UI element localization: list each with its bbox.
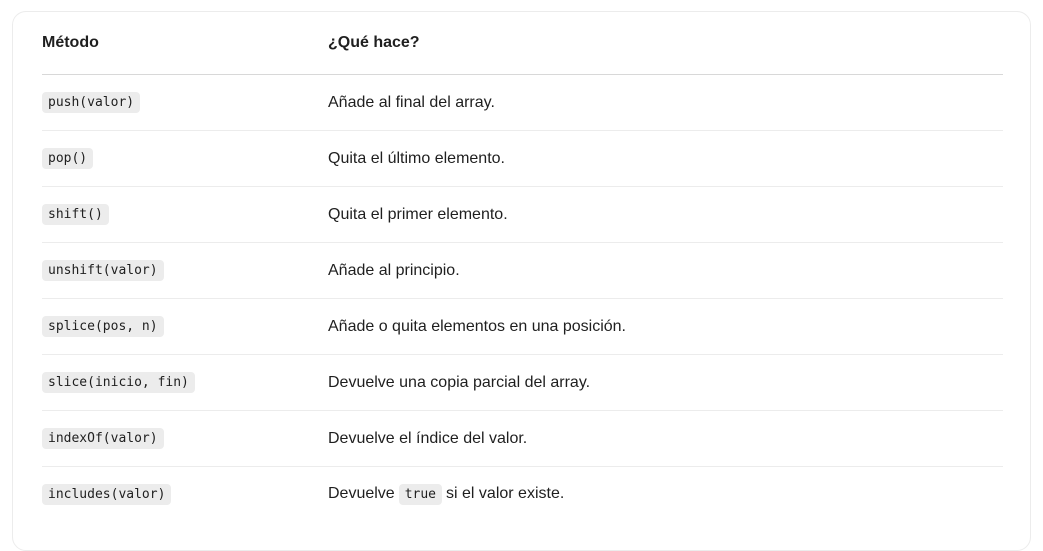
method-cell: pop() [42, 130, 328, 187]
description-cell: Quita el último elemento. [328, 130, 1003, 187]
method-code: indexOf(valor) [42, 428, 164, 449]
methods-table-card: Método ¿Qué hace? push(valor) Añade al f… [12, 11, 1031, 551]
description-cell: Devuelve true si el valor existe. [328, 467, 1003, 523]
methods-table: Método ¿Qué hace? push(valor) Añade al f… [42, 12, 1003, 522]
description-cell: Devuelve el índice del valor. [328, 410, 1003, 467]
method-cell: unshift(valor) [42, 242, 328, 299]
table-row: shift() Quita el primer elemento. [42, 186, 1003, 243]
table-row: indexOf(valor) Devuelve el índice del va… [42, 410, 1003, 467]
method-cell: splice(pos, n) [42, 298, 328, 355]
table-row: slice(inicio, fin) Devuelve una copia pa… [42, 354, 1003, 411]
inline-code-true: true [398, 484, 443, 505]
table-header-row: Método ¿Qué hace? [42, 12, 1003, 75]
method-code: push(valor) [42, 92, 141, 113]
method-code: includes(valor) [42, 484, 172, 505]
method-cell: includes(valor) [42, 467, 328, 523]
column-header-method: Método [42, 12, 328, 75]
column-header-description: ¿Qué hace? [328, 12, 1003, 75]
method-cell: slice(inicio, fin) [42, 354, 328, 411]
description-cell: Añade o quita elementos en una posición. [328, 298, 1003, 355]
description-text: si el valor existe. [446, 485, 565, 502]
table-row: push(valor) Añade al final del array. [42, 74, 1003, 131]
method-cell: indexOf(valor) [42, 410, 328, 467]
method-cell: shift() [42, 186, 328, 243]
method-code: unshift(valor) [42, 260, 164, 281]
method-code: splice(pos, n) [42, 316, 164, 337]
description-cell: Quita el primer elemento. [328, 186, 1003, 243]
description-cell: Añade al final del array. [328, 74, 1003, 131]
description-cell: Devuelve una copia parcial del array. [328, 354, 1003, 411]
table-row: pop() Quita el último elemento. [42, 130, 1003, 187]
description-text: Devuelve [328, 485, 395, 502]
table-row: includes(valor) Devuelve true si el valor … [42, 467, 1003, 523]
method-code: pop() [42, 148, 94, 169]
method-code: shift() [42, 204, 109, 225]
table-row: splice(pos, n) Añade o quita elementos e… [42, 298, 1003, 355]
table-row: unshift(valor) Añade al principio. [42, 242, 1003, 299]
method-cell: push(valor) [42, 74, 328, 131]
description-cell: Añade al principio. [328, 242, 1003, 299]
method-code: slice(inicio, fin) [42, 372, 195, 393]
